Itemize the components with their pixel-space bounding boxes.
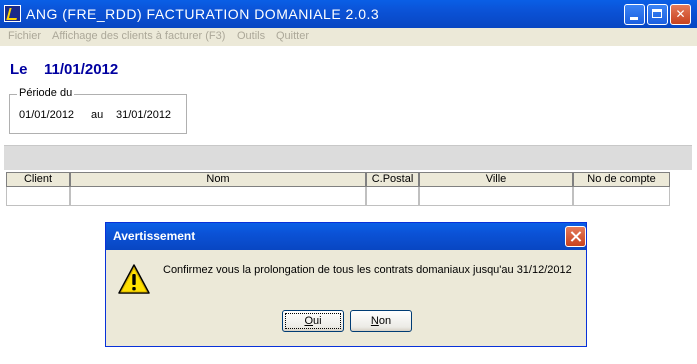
yes-mnemonic: O: [304, 315, 313, 327]
table-cell[interactable]: [419, 187, 573, 206]
yes-button[interactable]: Oui: [282, 310, 344, 332]
menu-fichier[interactable]: Fichier: [8, 30, 41, 42]
period-separator: au: [91, 109, 104, 121]
date-value: 11/01/2012: [44, 61, 119, 78]
column-header-client[interactable]: Client: [6, 172, 70, 187]
menu-bar: Fichier Affichage des clients à facturer…: [0, 28, 697, 46]
no-button[interactable]: Non: [350, 310, 412, 332]
dialog-title-bar[interactable]: Avertissement: [106, 223, 586, 250]
no-mnemonic: N: [370, 315, 379, 327]
menu-outils[interactable]: Outils: [237, 30, 265, 42]
table-cell[interactable]: [6, 187, 70, 206]
minimize-button[interactable]: [624, 4, 645, 25]
column-header-no-compte[interactable]: No de compte: [573, 172, 670, 187]
dialog-message: Confirmez vous la prolongation de tous l…: [163, 264, 572, 276]
menu-affichage[interactable]: Affichage des clients à facturer (F3): [52, 30, 225, 42]
column-header-nom[interactable]: Nom: [70, 172, 366, 187]
period-from: 01/01/2012: [19, 109, 75, 121]
column-header-ville[interactable]: Ville: [419, 172, 573, 187]
table-cell[interactable]: [366, 187, 419, 206]
app-icon[interactable]: [4, 5, 21, 22]
dialog-title: Avertissement: [113, 229, 196, 243]
column-header-cpostal[interactable]: C.Postal: [366, 172, 419, 187]
table-cell[interactable]: [70, 187, 366, 206]
date-label: Le: [10, 61, 28, 78]
close-button[interactable]: ✕: [670, 4, 691, 25]
warning-icon: [118, 264, 150, 294]
warning-dialog: Avertissement Confirmez vous la prolonga…: [105, 222, 587, 347]
dialog-close-button[interactable]: [565, 226, 586, 247]
yes-label: ui: [313, 315, 322, 327]
maximize-button[interactable]: [647, 4, 668, 25]
window-title: ANG (FRE_RDD) FACTURATION DOMANIALE 2.0.…: [26, 6, 380, 22]
period-to: 31/01/2012: [116, 109, 172, 121]
no-label: on: [378, 315, 392, 327]
toolbar-band: [4, 145, 692, 170]
title-bar: ANG (FRE_RDD) FACTURATION DOMANIALE 2.0.…: [0, 0, 697, 28]
menu-quitter[interactable]: Quitter: [276, 30, 309, 42]
table-cell[interactable]: [573, 187, 670, 206]
period-legend: Période du: [17, 87, 75, 99]
close-icon: ✕: [675, 7, 686, 21]
